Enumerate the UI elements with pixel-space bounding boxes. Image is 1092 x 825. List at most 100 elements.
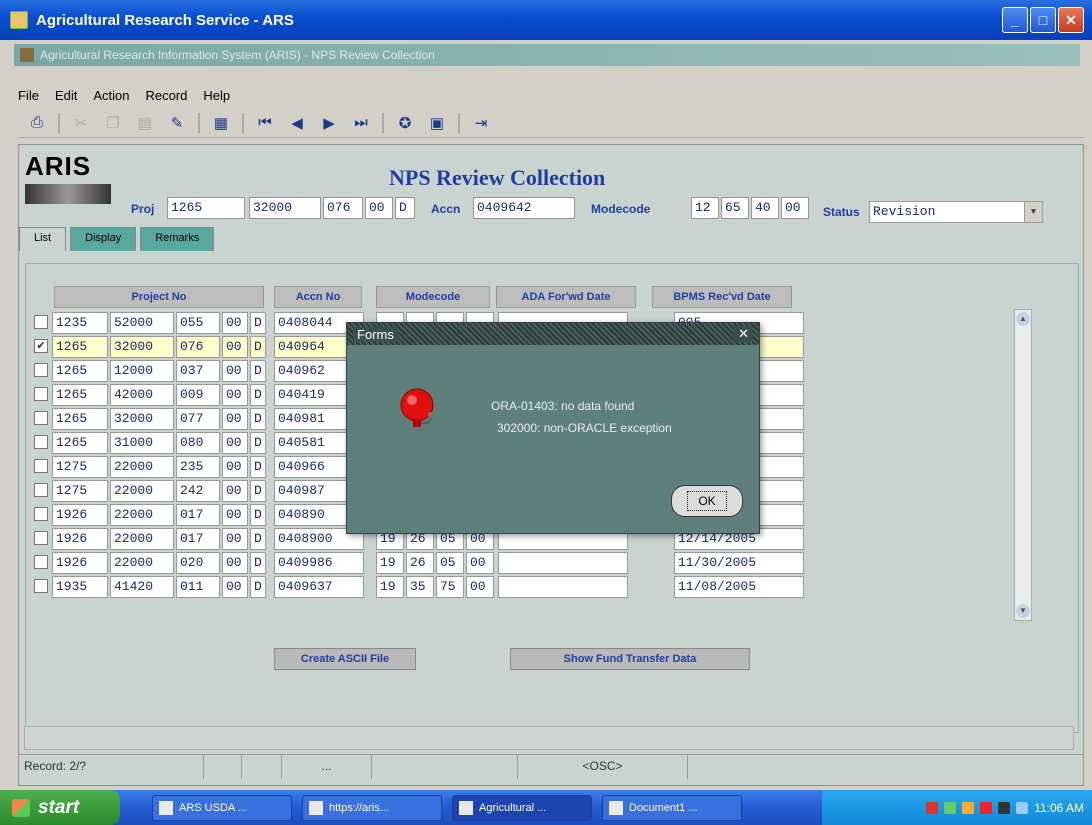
project-no-cell[interactable]: 1235 [52,312,108,334]
project-no-cell[interactable]: 1926 [52,528,108,550]
taskbar-item-ars-usda[interactable]: ARS USDA ... [152,794,292,821]
project-no-cell[interactable]: 32000 [110,408,174,430]
start-button[interactable]: start [0,790,120,825]
project-no-cell[interactable]: 080 [176,432,220,454]
status-select[interactable]: Revision ▼ [869,201,1043,223]
exit-icon[interactable]: ⇥ [470,113,492,133]
project-no-cell[interactable]: 00 [222,480,248,502]
menu-help[interactable]: Help [203,88,230,103]
tray-antivirus-icon[interactable] [962,801,975,814]
project-no-cell[interactable]: 22000 [110,504,174,526]
row-select-checkbox[interactable] [34,483,48,497]
taskbar-item-https-aris[interactable]: https://aris... [302,794,442,821]
modecode-field-2[interactable]: 65 [721,197,749,219]
proj-field-4[interactable]: 00 [365,197,393,219]
project-no-cell[interactable]: 00 [222,456,248,478]
project-no-cell[interactable]: 00 [222,336,248,358]
taskbar-item-agricultural[interactable]: Agricultural ... [452,794,592,821]
scroll-down-icon[interactable]: ▼ [1016,604,1030,618]
project-no-cell[interactable]: 00 [222,312,248,334]
row-select-checkbox[interactable] [34,579,48,593]
cut-icon[interactable]: ✂ [70,113,92,133]
chevron-down-icon[interactable]: ▼ [1024,202,1042,222]
project-no-cell[interactable]: 077 [176,408,220,430]
project-no-cell[interactable]: D [250,552,266,574]
modecode-field-3[interactable]: 40 [751,197,779,219]
project-no-cell[interactable]: 1265 [52,336,108,358]
create-ascii-file-button[interactable]: Create ASCII File [274,648,416,670]
project-no-cell[interactable]: D [250,528,266,550]
project-no-cell[interactable]: 1926 [52,552,108,574]
project-no-cell[interactable]: D [250,576,266,598]
project-no-cell[interactable]: 1265 [52,384,108,406]
dialog-close-icon[interactable]: ✕ [734,326,753,342]
row-select-checkbox[interactable] [34,387,48,401]
accn-no-cell[interactable]: 0409986 [274,552,364,574]
row-select-checkbox[interactable] [34,507,48,521]
project-no-cell[interactable]: 1926 [52,504,108,526]
modecode-cell[interactable]: 35 [406,576,434,598]
project-no-cell[interactable]: D [250,456,266,478]
proj-field-5[interactable]: D [395,197,415,219]
tab-display[interactable]: Display [70,227,137,251]
project-no-cell[interactable]: 011 [176,576,220,598]
menu-edit[interactable]: Edit [55,88,77,103]
project-no-cell[interactable]: 32000 [110,336,174,358]
project-no-cell[interactable]: D [250,480,266,502]
scroll-up-icon[interactable]: ▲ [1016,312,1030,326]
show-fund-transfer-data-button[interactable]: Show Fund Transfer Data [510,648,750,670]
project-no-cell[interactable]: 42000 [110,384,174,406]
accn-no-cell[interactable]: 0409637 [274,576,364,598]
project-no-cell[interactable]: 00 [222,552,248,574]
maximize-button[interactable]: □ [1030,7,1056,33]
tray-security-icon[interactable] [926,801,939,814]
project-no-cell[interactable]: 017 [176,504,220,526]
project-no-cell[interactable]: 22000 [110,456,174,478]
proj-field-1[interactable]: 1265 [167,197,245,219]
row-select-checkbox[interactable] [34,411,48,425]
modecode-cell[interactable]: 19 [376,576,404,598]
close-button[interactable]: ✕ [1058,7,1084,33]
project-no-cell[interactable]: 1265 [52,432,108,454]
project-no-cell[interactable]: 076 [176,336,220,358]
project-no-cell[interactable]: 22000 [110,480,174,502]
modecode-cell[interactable]: 05 [436,552,464,574]
project-no-cell[interactable]: 1265 [52,408,108,430]
project-no-cell[interactable]: 00 [222,504,248,526]
project-no-cell[interactable]: 020 [176,552,220,574]
row-select-checkbox[interactable]: ✔ [34,339,48,353]
menu-file[interactable]: File [18,88,39,103]
project-no-cell[interactable]: 235 [176,456,220,478]
project-no-cell[interactable]: D [250,312,266,334]
row-select-checkbox[interactable] [34,459,48,473]
project-no-cell[interactable]: D [250,360,266,382]
modecode-cell[interactable]: 00 [466,576,494,598]
bpms-recvd-date-cell[interactable]: 11/30/2005 [674,552,804,574]
tray-network-icon[interactable] [944,801,957,814]
ada-forwd-date-cell[interactable] [498,552,628,574]
modecode-cell[interactable]: 75 [436,576,464,598]
save-icon[interactable]: ▦ [210,113,232,133]
paste-icon[interactable]: ▤ [134,113,156,133]
clear-icon[interactable]: ✎ [166,113,188,133]
menu-record[interactable]: Record [146,88,188,103]
project-no-cell[interactable]: 009 [176,384,220,406]
tab-list[interactable]: List [19,227,67,251]
modecode-cell[interactable]: 19 [376,552,404,574]
project-no-cell[interactable]: 00 [222,384,248,406]
project-no-cell[interactable]: 31000 [110,432,174,454]
modecode-cell[interactable]: 00 [466,552,494,574]
project-no-cell[interactable]: D [250,408,266,430]
project-no-cell[interactable]: 00 [222,408,248,430]
tray-volume-icon[interactable] [1016,801,1029,814]
print-icon[interactable]: ⎙ [26,113,48,133]
taskbar-item-document1[interactable]: Document1 ... [602,794,742,821]
row-select-checkbox[interactable] [34,531,48,545]
copy-icon[interactable]: ❐ [102,113,124,133]
minimize-button[interactable]: _ [1002,7,1028,33]
project-no-cell[interactable]: 00 [222,360,248,382]
first-record-icon[interactable]: ⏮ [254,113,276,133]
bpms-recvd-date-cell[interactable]: 11/08/2005 [674,576,804,598]
project-no-cell[interactable]: 037 [176,360,220,382]
ada-forwd-date-cell[interactable] [498,576,628,598]
